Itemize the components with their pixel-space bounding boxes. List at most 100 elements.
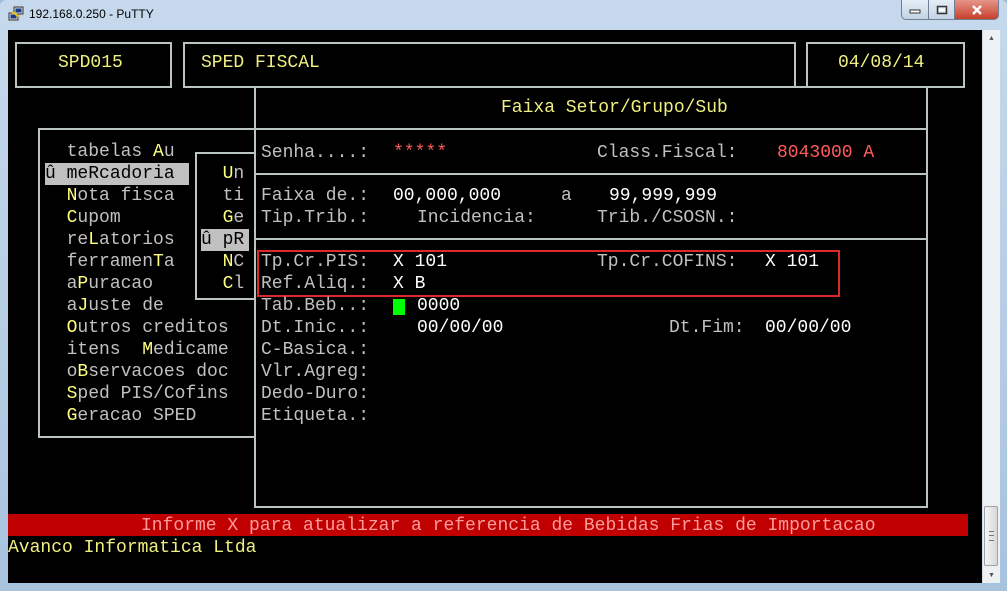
main-menu-item[interactable]: aPuracao	[45, 273, 153, 295]
sub-menu-item[interactable]: NC	[201, 251, 245, 273]
dt-fim-field[interactable]: 00/00/00	[765, 317, 851, 339]
ref-aliq-field[interactable]: X B	[393, 273, 425, 295]
faixa-label: Faixa de.:	[261, 186, 370, 206]
program-code: SPD015	[58, 53, 123, 73]
main-menu-item[interactable]: reLatorios	[45, 229, 175, 251]
scroll-up-icon[interactable]: ▲	[983, 30, 1000, 46]
header-date: 04/08/14	[838, 53, 925, 73]
main-menu-item-text: uste de	[88, 296, 164, 316]
class-fiscal-field[interactable]: 8043000 A	[777, 142, 874, 164]
sub-menu-item[interactable]: Un	[201, 163, 245, 185]
sub-menu-item-text: n	[233, 164, 245, 184]
sub-menu-item-hotkey: C	[222, 274, 234, 294]
putty-icon	[8, 6, 24, 21]
scroll-down-icon[interactable]: ▼	[983, 567, 1000, 583]
status-message: Informe X para atualizar a referencia de…	[141, 516, 876, 536]
main-menu-item[interactable]: Cupom	[45, 207, 121, 229]
faixa-from-field[interactable]: 00,000,000	[393, 185, 501, 207]
main-menu-item-hotkey: L	[88, 230, 100, 250]
main-menu-item-hotkey: G	[66, 406, 78, 426]
sub-menu-item[interactable]: Cl	[201, 273, 245, 295]
main-menu-item[interactable]: Nota fisca	[45, 185, 175, 207]
tp-cr-cofins-field[interactable]: X 101	[765, 251, 819, 273]
vertical-scrollbar[interactable]: ▲ ▼	[982, 30, 1000, 583]
main-menu-item-hotkey: A	[153, 142, 164, 162]
sub-menu-item-text	[201, 252, 223, 272]
sub-menu-item-hotkey: R	[233, 230, 245, 250]
program-name: SPED FISCAL	[201, 53, 320, 73]
faixa-separator: a	[561, 186, 572, 206]
main-menu-item-text: ferramen	[45, 252, 154, 272]
main-menu-item[interactable]: oBservacoes doc	[45, 361, 229, 383]
form-divider	[254, 238, 928, 240]
main-menu-item-text: tabelas	[45, 142, 154, 162]
text-cursor[interactable]	[393, 299, 405, 315]
main-menu-item-hotkey: N	[66, 186, 78, 206]
main-menu-item-text	[45, 318, 67, 338]
minimize-button[interactable]	[901, 0, 929, 20]
main-menu-item-text: cadoria	[99, 164, 175, 184]
main-menu-item-text: eracao SPED	[77, 406, 197, 426]
close-button[interactable]	[955, 0, 999, 20]
sub-menu-item[interactable]: ti	[201, 185, 245, 207]
main-menu-item-text: atorios	[99, 230, 175, 250]
tab-beb-label: Tab.Beb..:	[261, 296, 370, 316]
maximize-button[interactable]	[929, 0, 955, 20]
grip-icon	[989, 531, 994, 541]
main-menu-item-text: ped PIS/Cofins	[77, 384, 229, 404]
main-menu-item-text	[45, 384, 67, 404]
main-menu-item-text: re	[45, 230, 89, 250]
dt-fim-label: Dt.Fim:	[669, 318, 745, 338]
main-menu-item-hotkey: O	[66, 318, 78, 338]
sub-menu-item-hotkey: U	[222, 164, 234, 184]
main-menu-item[interactable]: tabelas Au	[45, 141, 175, 163]
sub-menu-item[interactable]: û pR	[201, 229, 249, 251]
main-menu-item[interactable]: û meRcadoria	[45, 163, 189, 185]
sub-menu-item-text: l	[233, 274, 245, 294]
tp-cr-cofins-label: Tp.Cr.COFINS:	[597, 252, 738, 272]
putty-window: 192.168.0.250 - PuTTY SPD015 SPED FISCAL…	[0, 0, 1007, 591]
title-bar[interactable]: 192.168.0.250 - PuTTY	[0, 0, 1007, 28]
terminal-screen[interactable]: SPD015 SPED FISCAL 04/08/14 tabelas Au û …	[8, 30, 982, 583]
main-menu-item[interactable]: itens Medicame	[45, 339, 229, 361]
etiqueta-label: Etiqueta.:	[261, 406, 370, 426]
main-menu-item[interactable]: Sped PIS/Cofins	[45, 383, 229, 405]
form-title: Faixa Setor/Grupo/Sub	[501, 98, 728, 118]
scrollbar-thumb[interactable]	[984, 506, 998, 566]
main-menu-item[interactable]: aJuste de	[45, 295, 164, 317]
sub-menu-item[interactable]: Ge	[201, 207, 245, 229]
main-menu-item-text: a	[45, 274, 78, 294]
main-menu-item[interactable]: ferramenTa	[45, 251, 175, 273]
tp-cr-pis-field[interactable]: X 101	[393, 251, 447, 273]
main-menu-item[interactable]: Geracao SPED	[45, 405, 197, 427]
trib-csosn-label: Trib./CSOSN.:	[597, 208, 738, 228]
main-menu-item-hotkey: P	[77, 274, 89, 294]
tip-trib-label: Tip.Trib.:	[261, 208, 370, 228]
main-menu-item-hotkey: B	[77, 362, 89, 382]
tab-beb-field[interactable]: 0000	[417, 295, 460, 317]
vlr-agreg-label: Vlr.Agreg:	[261, 362, 370, 382]
sub-menu-item-text	[201, 208, 223, 228]
dt-inic-field[interactable]: 00/00/00	[417, 317, 503, 339]
main-menu-item-text: û me	[45, 164, 89, 184]
main-menu-item-hotkey: C	[66, 208, 78, 228]
senha-field[interactable]: *****	[393, 142, 447, 164]
main-menu-item-hotkey: R	[88, 164, 100, 184]
tp-cr-pis-label: Tp.Cr.PIS:	[261, 252, 370, 272]
main-menu-item-hotkey: S	[66, 384, 78, 404]
sub-menu-item-text	[201, 164, 223, 184]
dedo-duro-label: Dedo-Duro:	[261, 384, 370, 404]
main-menu-item[interactable]: Outros creditos	[45, 317, 229, 339]
window-title: 192.168.0.250 - PuTTY	[29, 7, 154, 21]
main-menu-item-text: uracao	[88, 274, 154, 294]
main-menu-item-text: a	[45, 296, 78, 316]
main-menu-item-text	[45, 186, 67, 206]
class-fiscal-label: Class.Fiscal:	[597, 143, 738, 163]
c-basica-label: C-Basica.:	[261, 340, 370, 360]
sub-menu-item-hotkey: N	[222, 252, 234, 272]
faixa-to-field[interactable]: 99,999,999	[609, 185, 717, 207]
sub-menu-item-text: e	[233, 208, 245, 228]
ref-aliq-label: Ref.Aliq.:	[261, 274, 370, 294]
main-menu-item-text: itens	[45, 340, 143, 360]
main-menu-item-hotkey: T	[153, 252, 164, 272]
